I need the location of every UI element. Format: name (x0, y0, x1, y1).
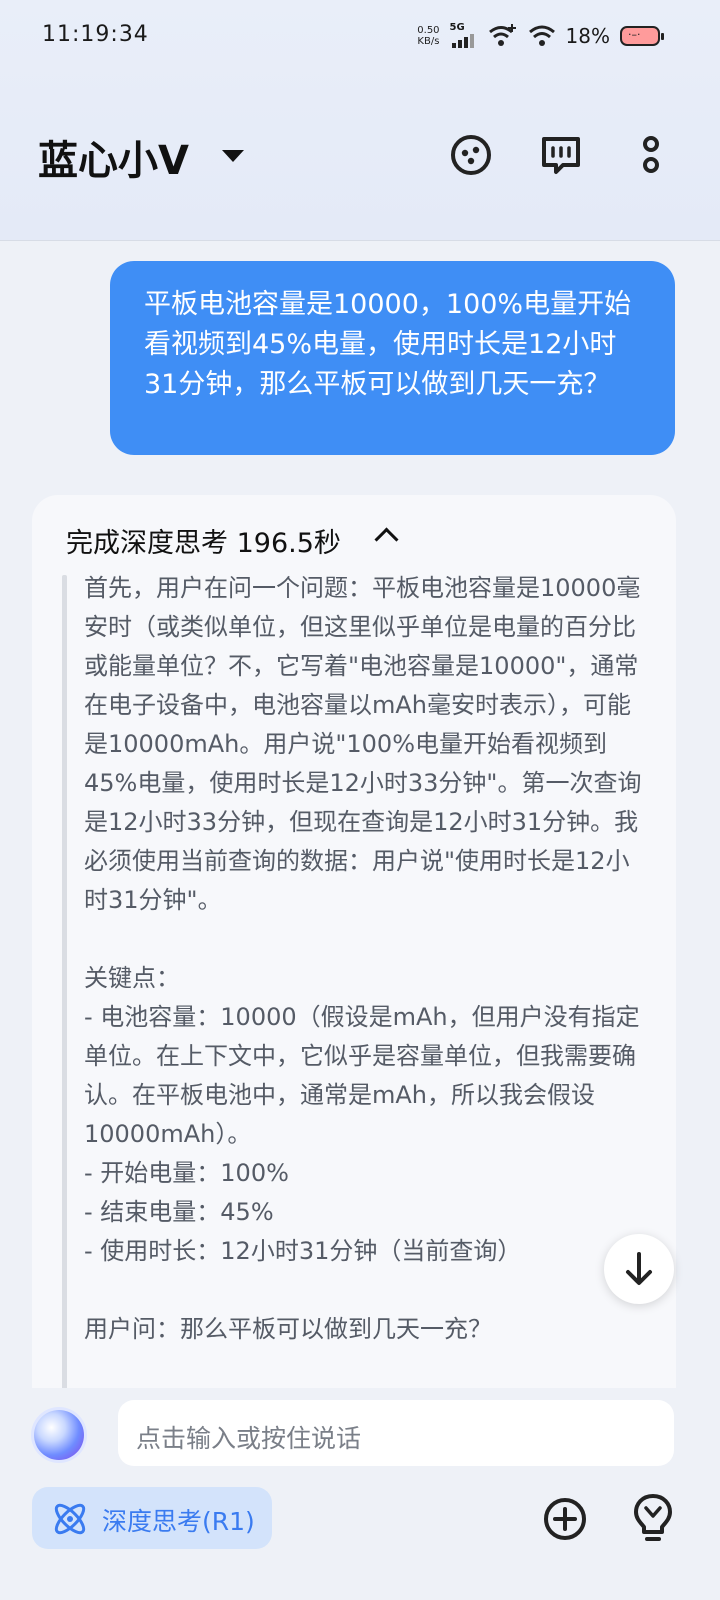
net-speed-value: 0.50 (417, 25, 440, 36)
voice-orb-icon[interactable] (34, 1410, 84, 1460)
lightbulb-icon[interactable] (628, 1492, 678, 1544)
battery-percent: 18% (565, 24, 610, 48)
deep-think-label: 深度思考(R1) (102, 1507, 255, 1536)
thinking-paragraph: - 开始电量：100% (84, 1159, 289, 1187)
chevron-down-icon[interactable] (222, 150, 244, 162)
status-time: 11:19:34 (42, 22, 149, 47)
add-attachment-icon[interactable] (540, 1494, 590, 1544)
chat-history-icon[interactable] (536, 130, 586, 180)
scroll-to-bottom-button[interactable] (604, 1234, 674, 1304)
thinking-paragraph: 关键点： (84, 964, 180, 992)
thinking-paragraph: - 使用时长：12小时31分钟（当前查询） (84, 1237, 522, 1265)
arrow-down-icon (626, 1252, 652, 1285)
thinking-paragraph: - 结束电量：45% (84, 1198, 274, 1226)
more-options-icon[interactable] (626, 130, 676, 180)
thinking-title[interactable]: 完成深度思考 196.5秒 (66, 521, 341, 560)
assistant-thinking-card: 完成深度思考 196.5秒 首先，用户在问一个问题：平板电池容量是10000毫安… (32, 495, 676, 1388)
wifi-plus-icon (488, 24, 516, 46)
assistant-face-icon[interactable] (446, 130, 496, 180)
thinking-quote-bar (62, 575, 67, 1388)
cellular-signal-icon: 5G (450, 22, 478, 50)
app-bar: 蓝心小V (0, 110, 720, 200)
atom-icon (54, 1503, 86, 1535)
thinking-paragraph: - 电池容量：10000（假设是mAh，但用户没有指定单位。在上下文中，它似乎是… (84, 1003, 640, 1148)
message-input[interactable]: 点击输入或按住说话 (118, 1400, 674, 1466)
thinking-content: 首先，用户在问一个问题：平板电池容量是10000毫安时（或类似单位，但这里似乎单… (84, 569, 644, 1349)
net-speed-unit: KB/s (417, 36, 440, 47)
thinking-paragraph: 首先，用户在问一个问题：平板电池容量是10000毫安时（或类似单位，但这里似乎单… (84, 574, 642, 914)
battery-icon: ·–· (620, 26, 664, 46)
message-input-placeholder: 点击输入或按住说话 (136, 1424, 362, 1453)
net-speed: 0.50 KB/s (417, 25, 439, 47)
signal-label: 5G (449, 22, 465, 33)
user-message-text: 平板电池容量是10000，100%电量开始看视频到45%电量，使用时长是12小时… (144, 289, 632, 400)
chevron-up-icon[interactable] (374, 527, 399, 552)
status-bar: 11:19:34 0.50 KB/s 5G 18% ·–· (0, 0, 720, 72)
deep-think-toggle-button[interactable]: 深度思考(R1) (32, 1487, 272, 1549)
wifi-icon (528, 25, 555, 46)
thinking-paragraph: 用户问：那么平板可以做到几天一充？ (84, 1315, 492, 1343)
user-message-bubble[interactable]: 平板电池容量是10000，100%电量开始看视频到45%电量，使用时长是12小时… (110, 261, 675, 455)
assistant-title[interactable]: 蓝心小V (38, 128, 189, 186)
